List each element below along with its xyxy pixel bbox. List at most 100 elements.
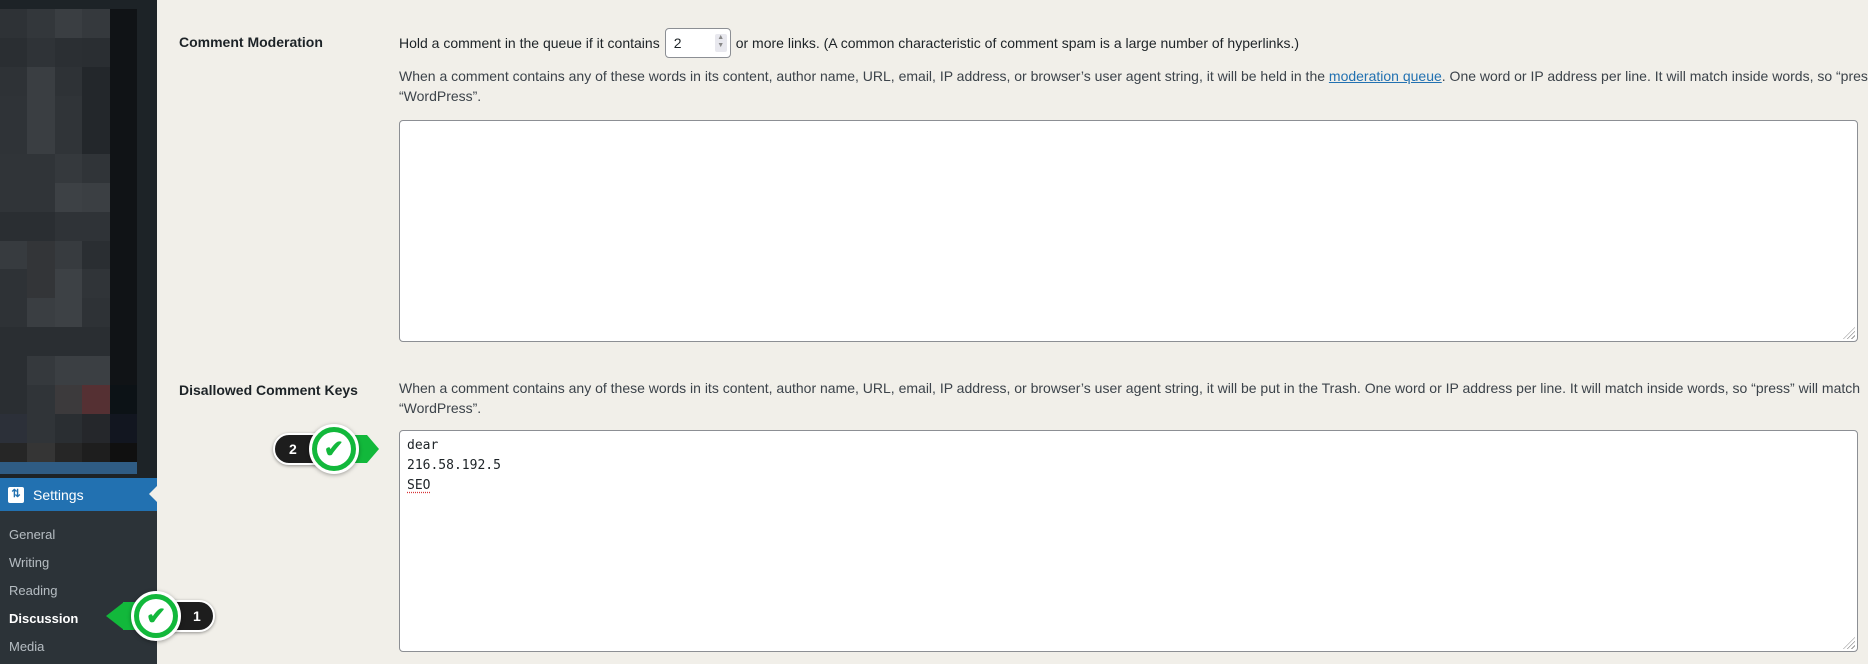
pixel-block (54, 356, 83, 386)
pixel-block (54, 95, 83, 125)
pixel-block (109, 153, 137, 183)
moderation-links-input[interactable]: 2 ▲ ▼ (664, 28, 731, 58)
pixel-block (82, 298, 110, 328)
settings-submenu: General Writing Reading Discussion Media (0, 511, 157, 664)
annotation-check-badge: ✔ (308, 424, 359, 474)
pixel-block (0, 211, 28, 241)
pixel-block (109, 66, 137, 96)
pixel-block (0, 240, 28, 270)
pixel-block (0, 153, 28, 183)
pixel-block (54, 327, 83, 357)
disallowed-keys-textarea[interactable]: dear 216.58.192.5 SEO (399, 430, 1858, 652)
pixel-block (82, 327, 110, 357)
pixel-block (0, 356, 28, 386)
pixel-block (54, 385, 83, 415)
disallowed-line-2: 216.58.192.5 (407, 458, 501, 473)
pixel-block (109, 95, 137, 125)
desc-text-before-link: When a comment contains any of these wor… (399, 68, 1329, 84)
main-content: Comment Moderation Hold a comment in the… (157, 0, 1868, 664)
moderation-links-value: 2 (673, 35, 682, 51)
pixel-block (27, 211, 55, 241)
pixel-block (27, 385, 55, 415)
moderation-queue-link[interactable]: moderation queue (1329, 68, 1442, 84)
pixel-block (27, 182, 55, 212)
disallowed-keys-label: Disallowed Comment Keys (179, 382, 358, 398)
pixel-block (54, 298, 83, 328)
pixel-block (109, 240, 137, 270)
pixel-block (109, 211, 137, 241)
pixel-block (54, 37, 83, 67)
pixel-block (82, 240, 110, 270)
pixel-block (82, 356, 110, 386)
current-menu-arrow (149, 486, 157, 502)
pixel-block (109, 356, 137, 386)
pixel-block (109, 182, 137, 212)
pixel-block (27, 356, 55, 386)
comment-moderation-field: Hold a comment in the queue if it contai… (399, 28, 1868, 106)
sidebar-item-settings-label: Settings (33, 486, 84, 503)
pixel-block (27, 66, 55, 96)
comment-moderation-label: Comment Moderation (179, 34, 323, 50)
pixel-block (27, 153, 55, 183)
pixel-block (54, 153, 83, 183)
pixel-block (27, 327, 55, 357)
hold-prefix-text: Hold a comment in the queue if it contai… (399, 35, 660, 51)
pixel-block (109, 269, 137, 299)
hold-suffix-text: or more links. (A common characteristic … (735, 35, 1300, 51)
pixel-block (27, 95, 55, 125)
sidebar-item-settings[interactable]: ⇅ Settings (0, 478, 157, 511)
pixel-block (0, 327, 28, 357)
pixel-block (109, 37, 137, 67)
submenu-item-writing[interactable]: Writing (0, 549, 157, 577)
pixel-block (54, 211, 83, 241)
pixel-block (27, 37, 55, 67)
pixel-block (27, 269, 55, 299)
pixel-block (27, 9, 55, 38)
pixel-block (0, 385, 28, 415)
pixel-block (82, 385, 110, 415)
checkmark-icon: ✔ (139, 599, 173, 633)
resize-handle-icon[interactable] (1843, 327, 1855, 339)
moderation-keys-textarea[interactable] (399, 120, 1858, 342)
pixel-block (54, 269, 83, 299)
pixel-block (0, 182, 28, 212)
pixel-block (54, 66, 83, 96)
pixel-block (82, 66, 110, 96)
pixel-block (82, 182, 110, 212)
annotation-marker-2: 2 ✔ (273, 424, 379, 474)
pixel-block (54, 182, 83, 212)
pixel-block (0, 9, 28, 38)
pixel-block (82, 414, 110, 444)
pixel-block (0, 95, 28, 125)
pixel-block (0, 298, 28, 328)
pixel-block (0, 66, 28, 96)
admin-sidebar: ⇅ Settings General Writing Reading Discu… (0, 0, 157, 664)
annotation-marker-1: ✔ 1 (106, 591, 215, 641)
disallowed-line-3: SEO (407, 478, 431, 493)
pixel-block (0, 414, 28, 444)
pixel-block (82, 269, 110, 299)
pixel-block (82, 95, 110, 125)
number-spinner-icon[interactable]: ▲ ▼ (714, 34, 727, 52)
pixel-block (109, 9, 137, 38)
pixel-block (27, 298, 55, 328)
pixel-block (109, 414, 137, 444)
pixel-block (54, 240, 83, 270)
pixel-block (54, 124, 83, 154)
resize-handle-icon[interactable] (1843, 637, 1855, 649)
sliders-icon: ⇅ (8, 486, 24, 503)
disallowed-keys-field: When a comment contains any of these wor… (399, 378, 1868, 418)
pixel-block (109, 385, 137, 415)
pixel-block (82, 153, 110, 183)
pixel-block (27, 124, 55, 154)
submenu-item-general[interactable]: General (0, 521, 157, 549)
disallowed-keys-description: When a comment contains any of these wor… (399, 380, 1861, 416)
pixel-block (27, 414, 55, 444)
pixel-block (109, 298, 137, 328)
disallowed-line-1: dear (407, 438, 439, 453)
pixel-block (82, 37, 110, 67)
annotation-pointer (106, 602, 124, 630)
pixelated-menu-strip (0, 462, 137, 474)
hold-links-line: Hold a comment in the queue if it contai… (399, 28, 1868, 58)
pixel-block (0, 124, 28, 154)
